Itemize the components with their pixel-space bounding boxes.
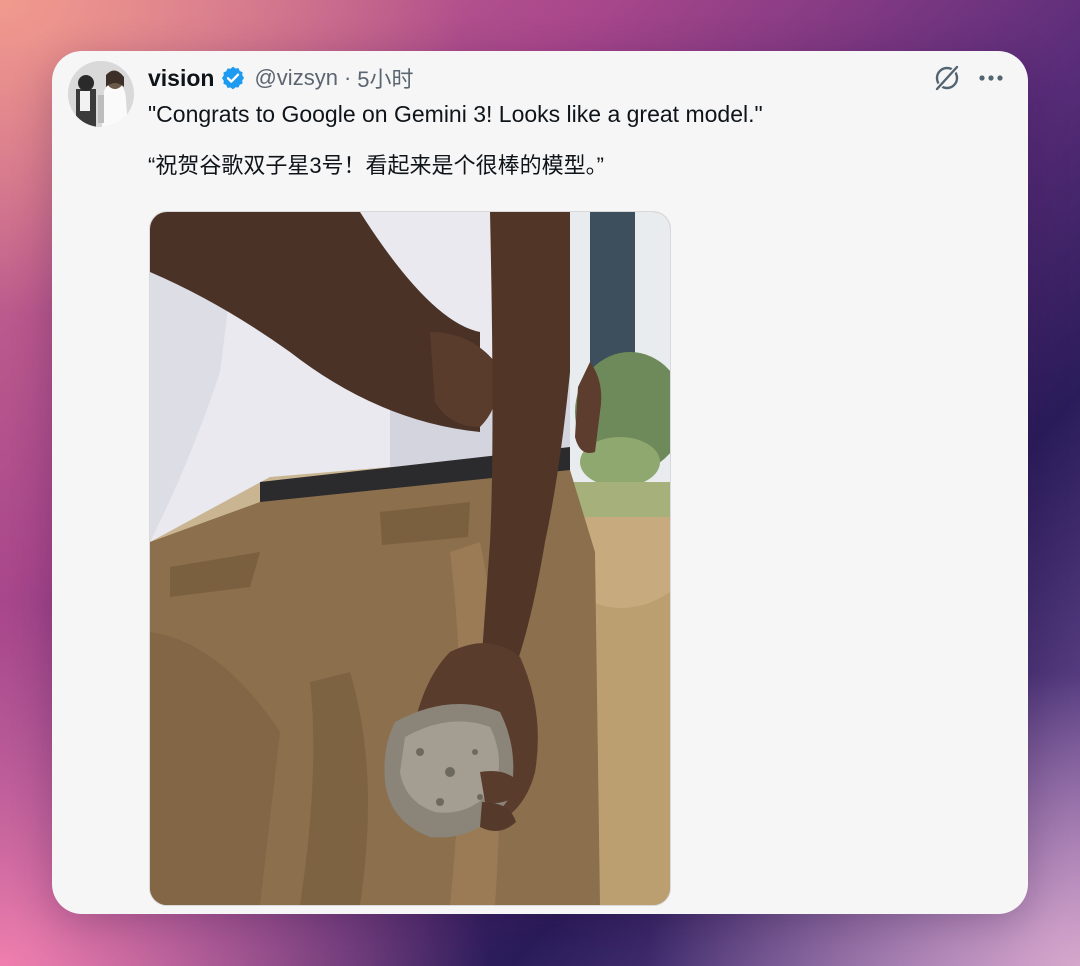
display-name[interactable]: vision bbox=[148, 65, 214, 92]
more-options-icon[interactable] bbox=[976, 63, 1006, 93]
tweet-media-image[interactable] bbox=[149, 211, 671, 906]
avatar-image bbox=[68, 61, 134, 127]
avatar[interactable] bbox=[68, 61, 134, 127]
tweet-text-english: "Congrats to Google on Gemini 3! Looks l… bbox=[148, 101, 763, 127]
timestamp[interactable]: 5小时 bbox=[357, 62, 413, 94]
photo bbox=[150, 212, 670, 905]
handle[interactable]: @vizsyn bbox=[254, 65, 337, 91]
tweet-header: vision @vizsyn · 5小时 bbox=[148, 63, 414, 93]
grok-icon[interactable] bbox=[932, 63, 962, 93]
tweet-card[interactable]: vision @vizsyn · 5小时 "Congrats to Google… bbox=[52, 51, 1028, 914]
tweet-text-chinese: “祝贺谷歌双子星3号！看起来是个很棒的模型。” bbox=[148, 153, 604, 178]
verified-badge-icon bbox=[220, 65, 246, 91]
separator-dot: · bbox=[343, 65, 352, 90]
